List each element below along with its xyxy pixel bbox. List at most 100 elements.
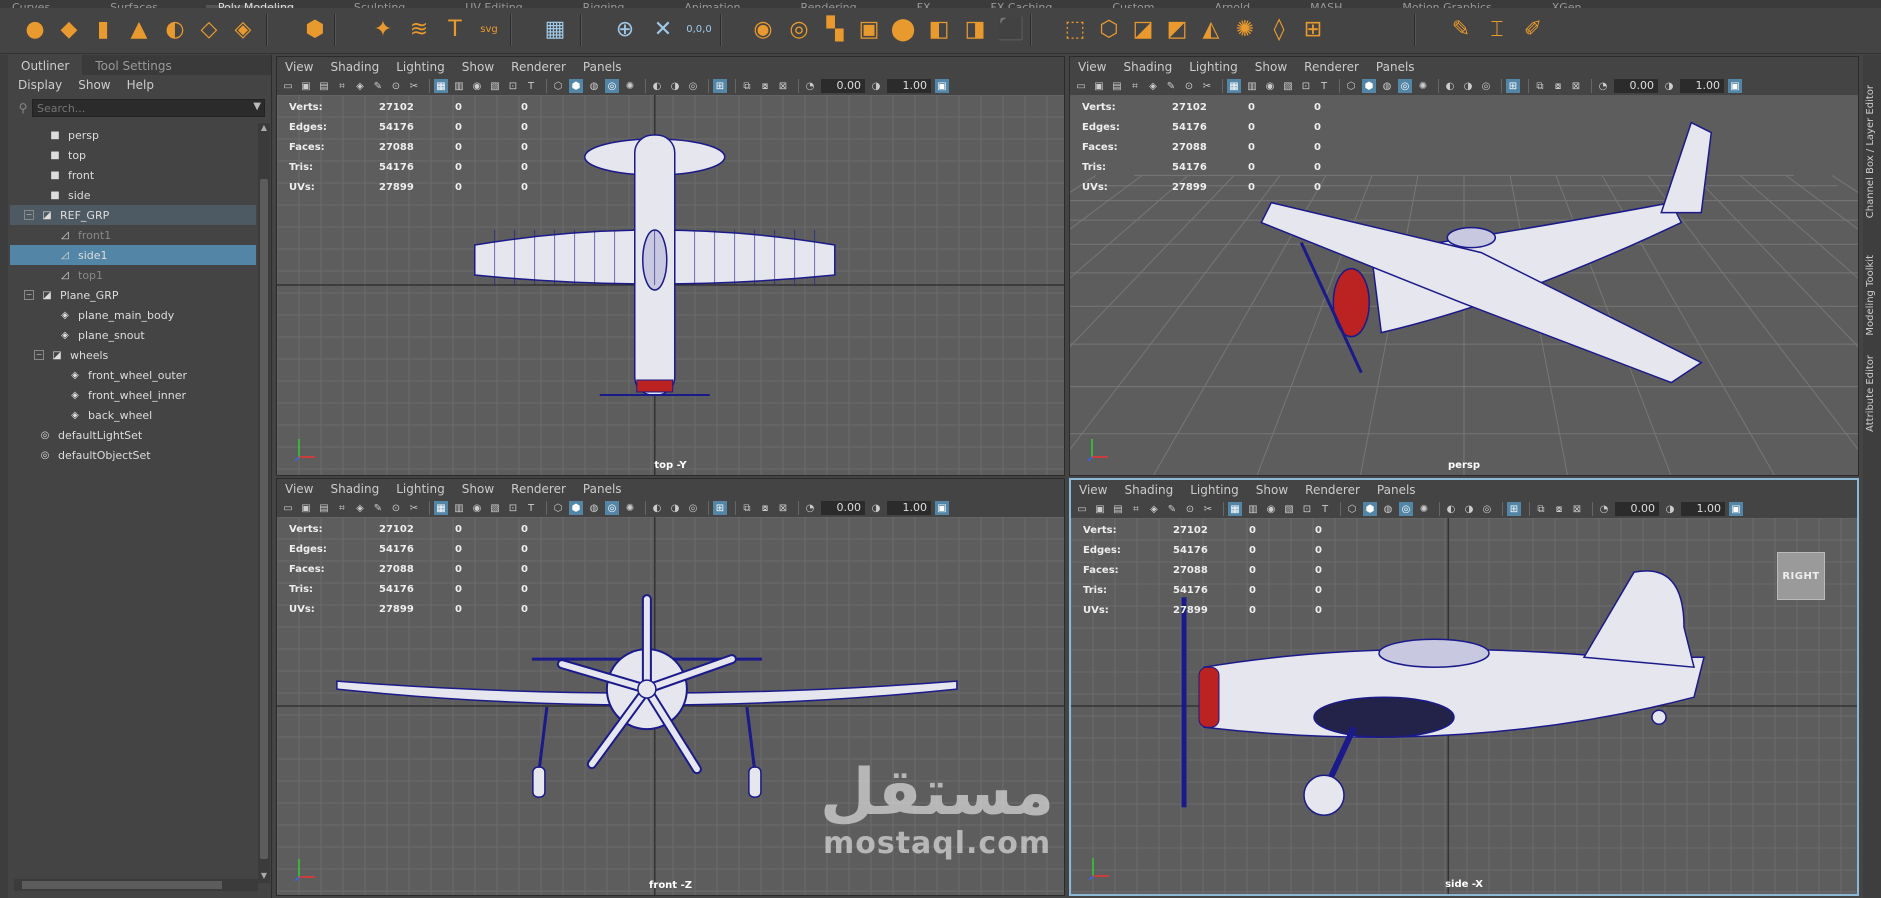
scrollbar-thumb[interactable] [260, 179, 268, 859]
toolbar-button-icon[interactable]: ▦ [434, 79, 448, 93]
scroll-down-icon[interactable]: ▼ [258, 871, 270, 883]
toolbar-button-icon[interactable]: ◉ [1263, 79, 1277, 93]
toolbar-button-icon[interactable]: ◑ [1461, 79, 1475, 93]
toolbar-button-icon[interactable]: ▣ [1093, 502, 1107, 516]
panel-menu-renderer[interactable]: Renderer [511, 482, 566, 496]
toolbar-button-icon[interactable]: ▥ [1245, 79, 1259, 93]
poly-cone-icon[interactable]: ▲ [124, 14, 154, 44]
toolbar-button-icon[interactable]: ✎ [1164, 79, 1178, 93]
toolbar-button-icon[interactable]: ◔ [1597, 502, 1611, 516]
collapse-icon[interactable]: − [34, 350, 44, 360]
toolbar-button-icon[interactable]: ✂ [1200, 79, 1214, 93]
color-management-icon[interactable]: ▣ [1729, 502, 1743, 516]
toolbar-button-icon[interactable]: ◑ [1462, 502, 1476, 516]
fill-hole-icon[interactable]: ◪ [1128, 14, 1158, 44]
transform-icon[interactable]: ✕ [648, 14, 678, 44]
panel-menu-view[interactable]: View [1078, 60, 1106, 74]
panel-menu-show[interactable]: Show [462, 60, 494, 74]
toolbar-button-icon[interactable]: T [524, 79, 538, 93]
toolbar-button-icon[interactable]: ▤ [1110, 79, 1124, 93]
scrollbar-thumb[interactable] [22, 881, 222, 889]
panel-menu-shading[interactable]: Shading [330, 60, 379, 74]
gamma-field[interactable]: 1.00 [887, 501, 931, 515]
toolbar-button-icon[interactable]: ✺ [1417, 502, 1431, 516]
filter-icon[interactable]: ⚲ [14, 99, 32, 117]
toolbar-button-icon[interactable]: ▧ [488, 501, 502, 515]
toolbar-button-icon[interactable]: ▤ [317, 501, 331, 515]
toolbar-button-icon[interactable]: ▥ [452, 501, 466, 515]
toolbar-button-icon[interactable]: ◔ [803, 79, 817, 93]
toolbar-button-icon[interactable]: ▤ [1111, 502, 1125, 516]
separate-icon[interactable]: ◎ [784, 14, 814, 44]
gamma-field[interactable]: 1.00 [1680, 79, 1724, 93]
toolbar-button-icon[interactable]: ⬢ [569, 79, 583, 93]
gamma-icon[interactable]: ◑ [1663, 502, 1677, 516]
toolbar-button-icon[interactable]: ◎ [686, 79, 700, 93]
menu-help[interactable]: Help [127, 78, 154, 92]
toolbar-button-icon[interactable]: ◈ [353, 501, 367, 515]
combine-icon[interactable]: ◉ [748, 14, 778, 44]
viewport-top[interactable]: View Shading Lighting Show Renderer Panels ▭ ▣ ▤… [276, 56, 1065, 476]
toolbar-button-icon[interactable]: ▭ [281, 501, 295, 515]
toolbar-button-icon[interactable]: ✺ [623, 79, 637, 93]
panel-menu-show[interactable]: Show [1255, 60, 1287, 74]
extract-icon[interactable]: ▚ [820, 14, 850, 44]
toolbar-button-icon[interactable]: ◈ [353, 79, 367, 93]
panel-menu-renderer[interactable]: Renderer [1304, 60, 1359, 74]
toolbar-button-icon[interactable]: ⬡ [1345, 502, 1359, 516]
poly-cylinder-icon[interactable]: ▮ [88, 14, 118, 44]
viewport-side[interactable]: View Shading Lighting Show Renderer Panels ▭ ▣ ▤… [1069, 478, 1859, 896]
wedge-icon[interactable]: ◭ [1196, 14, 1226, 44]
toolbar-button-icon[interactable]: ◎ [1398, 79, 1412, 93]
outliner-item[interactable]: ■ side [10, 185, 256, 205]
toolbar-button-icon[interactable]: ◑ [668, 79, 682, 93]
tab-modeling-toolkit[interactable]: Modeling Toolkit [1865, 255, 1879, 336]
color-management-icon[interactable]: ▣ [935, 501, 949, 515]
toolbar-button-icon[interactable]: ◍ [587, 501, 601, 515]
toolbar-button-icon[interactable]: ◉ [470, 79, 484, 93]
toolbar-button-icon[interactable]: ▣ [1092, 79, 1106, 93]
toolbar-button-icon[interactable]: ⊙ [1182, 79, 1196, 93]
connect-icon[interactable]: ⊞ [1298, 14, 1328, 44]
collapse-icon[interactable]: − [24, 210, 34, 220]
outliner-item[interactable]: ■ top [10, 145, 256, 165]
gamma-icon[interactable]: ◑ [869, 79, 883, 93]
toolbar-button-icon[interactable]: ⧉ [1534, 502, 1548, 516]
search-input[interactable] [32, 99, 265, 117]
exposure-field[interactable]: 0.00 [821, 501, 865, 515]
panel-menu-view[interactable]: View [285, 60, 313, 74]
toolbar-button-icon[interactable]: ◈ [1147, 502, 1161, 516]
platonic-solid-icon[interactable]: ⬢ [300, 14, 330, 44]
gamma-field[interactable]: 1.00 [1681, 502, 1725, 516]
toolbar-button-icon[interactable]: ✎ [1165, 502, 1179, 516]
toolbar-button-icon[interactable]: ⧉ [1533, 79, 1547, 93]
toolbar-button-icon[interactable]: ◎ [1480, 502, 1494, 516]
toolbar-button-icon[interactable]: ⬡ [1344, 79, 1358, 93]
collapse-icon[interactable]: ◊ [1264, 14, 1294, 44]
toolbar-button-icon[interactable]: ▧ [1281, 79, 1295, 93]
snap-pivot-icon[interactable]: ⊕ [610, 14, 640, 44]
exposure-field[interactable]: 0.00 [1614, 79, 1658, 93]
outliner-item[interactable]: − ◪ wheels [10, 345, 256, 365]
toolbar-button-icon[interactable]: ◎ [1399, 502, 1413, 516]
toolbar-button-icon[interactable]: ◐ [1444, 502, 1458, 516]
toolbar-button-icon[interactable]: ▥ [1246, 502, 1260, 516]
toolbar-button-icon[interactable]: ▤ [317, 79, 331, 93]
toolbar-button-icon[interactable]: T [1317, 79, 1331, 93]
panel-menu-lighting[interactable]: Lighting [396, 60, 445, 74]
toolbar-button-icon[interactable]: ⊙ [389, 501, 403, 515]
panel-menu-panels[interactable]: Panels [1376, 60, 1415, 74]
panel-menu-lighting[interactable]: Lighting [396, 482, 445, 496]
toolbar-button-icon[interactable]: ◍ [1380, 79, 1394, 93]
toolbar-button-icon[interactable]: ▧ [488, 79, 502, 93]
toolbar-button-icon[interactable]: ▭ [1075, 502, 1089, 516]
target-weld-icon[interactable]: ⌶ [1482, 14, 1512, 44]
poly-torus-icon[interactable]: ◐ [160, 14, 190, 44]
toolbar-button-icon[interactable]: ⌗ [1129, 502, 1143, 516]
panel-menu-shading[interactable]: Shading [1123, 60, 1172, 74]
gamma-icon[interactable]: ◑ [1662, 79, 1676, 93]
super-shape-icon[interactable]: ✦ [368, 14, 398, 44]
toolbar-button-icon[interactable]: ▦ [1228, 502, 1242, 516]
tab-tool-settings[interactable]: Tool Settings [82, 55, 184, 75]
toolbar-button-icon[interactable]: ✂ [1201, 502, 1215, 516]
